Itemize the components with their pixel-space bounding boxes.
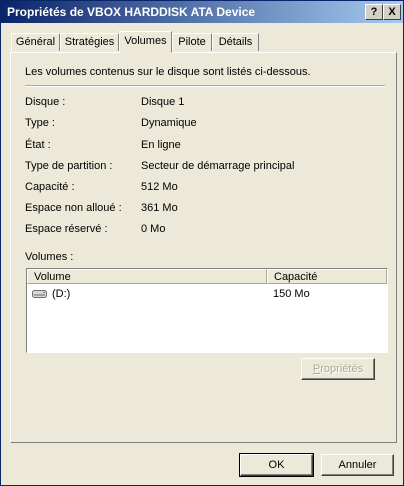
drive-icon (32, 290, 47, 298)
help-button[interactable]: ? (365, 4, 383, 20)
tab-pilote[interactable]: Pilote (172, 33, 212, 51)
properties-dialog: Propriétés de VBOX HARDDISK ATA Device ?… (0, 0, 404, 486)
tab-volumes[interactable]: Volumes (119, 31, 172, 53)
separator (25, 85, 385, 87)
volumes-panel: Les volumes contenus sur le disque sont … (10, 52, 397, 443)
unallocated-label: Espace non alloué : (25, 202, 122, 214)
close-button[interactable]: X (383, 4, 401, 20)
list-header: Volume Capacité (27, 269, 387, 285)
type-value: Dynamique (141, 117, 197, 129)
volumes-list[interactable]: Volume Capacité (D:) 150 Mo (26, 268, 388, 353)
ok-button[interactable]: OK (239, 453, 314, 477)
volume-name: (D:) (52, 288, 71, 300)
title-bar[interactable]: Propriétés de VBOX HARDDISK ATA Device ?… (1, 1, 403, 23)
cancel-button[interactable]: Annuler (321, 454, 394, 476)
type-label: Type : (25, 117, 55, 129)
partition-type-label: Type de partition : (25, 160, 113, 172)
status-label: État : (25, 139, 51, 151)
capacity-value: 512 Mo (141, 181, 178, 193)
tab-strategies[interactable]: Stratégies (60, 33, 119, 51)
disk-value: Disque 1 (141, 96, 185, 108)
column-header-capacity[interactable]: Capacité (267, 269, 387, 284)
reserved-value: 0 Mo (141, 223, 166, 235)
intro-text: Les volumes contenus sur le disque sont … (25, 66, 311, 78)
partition-type-value: Secteur de démarrage principal (141, 160, 295, 172)
tab-general[interactable]: Général (11, 33, 60, 51)
window-title: Propriétés de VBOX HARDDISK ATA Device (7, 5, 256, 19)
reserved-label: Espace réservé : (25, 223, 108, 235)
list-item[interactable]: (D:) 150 Mo (27, 287, 387, 303)
status-value: En ligne (141, 139, 181, 151)
disk-label: Disque : (25, 96, 66, 108)
properties-button[interactable]: Propriétés (301, 358, 375, 380)
volumes-label: Volumes : (25, 251, 74, 263)
properties-button-label: ropriétés (320, 363, 364, 375)
column-header-volume[interactable]: Volume (27, 269, 267, 284)
volume-capacity: 150 Mo (273, 288, 310, 300)
tab-details[interactable]: Détails (212, 33, 259, 51)
unallocated-value: 361 Mo (141, 202, 178, 214)
capacity-label: Capacité : (25, 181, 75, 193)
